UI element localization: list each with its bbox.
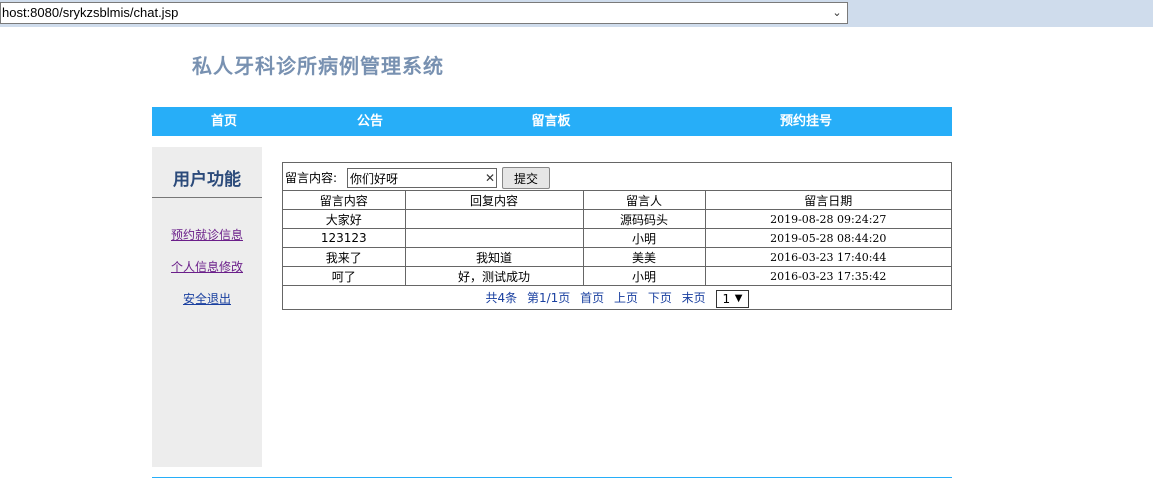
cell-author: 小明 — [582, 228, 706, 248]
pager-next[interactable]: 下页 — [648, 291, 672, 305]
sidebar-title: 用户功能 — [173, 170, 241, 190]
cell-author: 美美 — [582, 247, 706, 267]
sidebar-link-profile-edit[interactable]: 个人信息修改 — [152, 258, 262, 275]
table-row: 我来了 我知道 美美 2016-03-23 17:40:44 — [283, 247, 951, 267]
cell-content: 呵了 — [283, 266, 406, 286]
cell-date: 2016-03-23 17:40:44 — [704, 247, 951, 267]
cell-content: 我来了 — [283, 247, 406, 267]
pagination: 共4条 第1/1页 首页 上页 下页 末页 1 ▼ — [283, 287, 951, 309]
cell-author: 源码码头 — [582, 209, 706, 229]
cell-date: 2019-05-28 08:44:20 — [704, 228, 951, 248]
message-table: 留言内容 回复内容 留言人 留言日期 大家好 源码码头 2019-08-28 0… — [283, 190, 951, 286]
pager-first[interactable]: 首页 — [580, 291, 604, 305]
message-board-panel: 留言内容: ✕ 提交 留言内容 回复内容 留言人 留言日期 大家好 源码码头 2… — [282, 162, 952, 310]
clear-icon[interactable]: ✕ — [484, 168, 496, 188]
pager-total: 共4条 — [485, 291, 518, 305]
pager-page: 第1/1页 — [526, 291, 571, 305]
address-url[interactable]: host:8080/srykzsblmis/chat.jsp — [2, 3, 178, 23]
cell-content: 123123 — [283, 228, 406, 248]
sidebar-link-appointments[interactable]: 预约就诊信息 — [152, 226, 262, 243]
cell-reply — [404, 228, 584, 248]
cell-content: 大家好 — [283, 209, 406, 229]
cell-date: 2019-08-28 09:24:27 — [704, 209, 951, 229]
address-bar[interactable]: host:8080/srykzsblmis/chat.jsp ⌄ — [0, 2, 848, 24]
page-select-value: 1 — [722, 291, 731, 306]
table-header-row: 留言内容 回复内容 留言人 留言日期 — [283, 190, 951, 210]
message-input[interactable] — [347, 168, 497, 188]
sidebar-link-logout[interactable]: 安全退出 — [152, 290, 262, 307]
chevron-down-icon: ▼ — [734, 292, 743, 304]
col-header-reply: 回复内容 — [404, 190, 584, 210]
table-row: 呵了 好，测试成功 小明 2016-03-23 17:35:42 — [283, 266, 951, 286]
pager-prev[interactable]: 上页 — [614, 291, 638, 305]
sidebar-divider — [152, 197, 262, 198]
cell-reply: 好，测试成功 — [404, 266, 584, 286]
col-header-content: 留言内容 — [283, 190, 406, 210]
page-select[interactable]: 1 ▼ — [715, 289, 749, 308]
pager-last[interactable]: 末页 — [682, 291, 706, 305]
cell-reply — [404, 209, 584, 229]
nav-item-notice[interactable]: 公告 — [357, 107, 383, 136]
nav-item-home[interactable]: 首页 — [211, 107, 237, 136]
col-header-author: 留言人 — [582, 190, 706, 210]
col-header-date: 留言日期 — [704, 190, 951, 210]
footer-divider — [152, 477, 952, 478]
nav-item-message-board[interactable]: 留言板 — [531, 107, 570, 136]
submit-button[interactable]: 提交 — [502, 167, 550, 189]
message-label: 留言内容: — [285, 171, 338, 185]
chevron-down-icon[interactable]: ⌄ — [829, 3, 845, 23]
table-row: 大家好 源码码头 2019-08-28 09:24:27 — [283, 209, 951, 229]
sidebar: 用户功能 预约就诊信息 个人信息修改 安全退出 — [152, 147, 262, 467]
cell-reply: 我知道 — [404, 247, 584, 267]
site-title: 私人牙科诊所病例管理系统 — [192, 54, 444, 78]
cell-date: 2016-03-23 17:35:42 — [704, 266, 951, 286]
table-row: 123123 小明 2019-05-28 08:44:20 — [283, 228, 951, 248]
cell-author: 小明 — [582, 266, 706, 286]
nav-item-appointment[interactable]: 预约挂号 — [780, 107, 832, 136]
nav-bar: 首页 公告 留言板 预约挂号 — [152, 107, 952, 136]
